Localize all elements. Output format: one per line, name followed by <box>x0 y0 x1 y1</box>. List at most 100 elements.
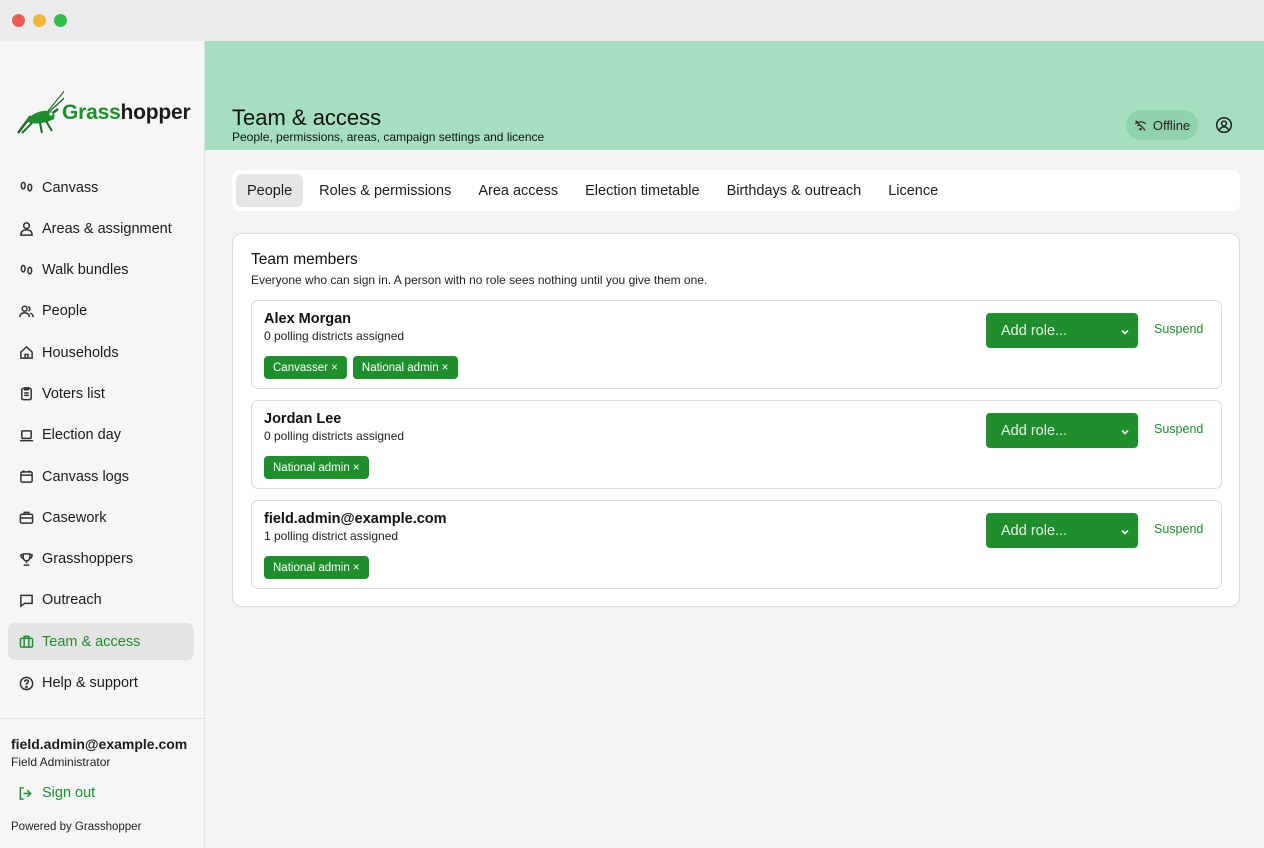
sign-out-button[interactable]: Sign out <box>18 785 95 801</box>
member-name: Jordan Lee <box>264 411 342 427</box>
page-header: Team & access People, permissions, areas… <box>205 41 1264 150</box>
house-icon <box>18 345 34 361</box>
member-roles: Canvasser × National admin × <box>264 356 464 379</box>
sign-out-icon <box>19 786 32 800</box>
page-title: Team & access <box>232 105 382 130</box>
sidebar-item-label: Election day <box>42 427 121 444</box>
sidebar-item-label: Help & support <box>42 675 138 692</box>
sidebar-item-label: Canvass logs <box>42 468 130 485</box>
sidebar-item-label: Grasshoppers <box>42 551 134 568</box>
message-icon <box>18 592 34 608</box>
member-roles: National admin × <box>264 556 375 579</box>
section-tabs: People Roles & permissions Area access E… <box>232 170 1240 211</box>
sidebar-item-label: Areas & assignment <box>42 220 172 237</box>
add-role-select[interactable]: Add role... <box>986 513 1138 548</box>
close-window-button[interactable] <box>12 14 25 27</box>
add-role-placeholder: Add role... <box>1001 322 1068 339</box>
grasshopper-logo-icon <box>17 90 64 134</box>
footprints-icon <box>18 262 34 278</box>
laptop-icon <box>18 427 34 443</box>
page-subtitle: People, permissions, areas, campaign set… <box>232 130 545 144</box>
role-chip-national-admin[interactable]: National admin × <box>352 356 458 379</box>
app-window: Grasshopper Canvass Areas & assignment W… <box>0 0 1264 848</box>
brand-name: Grasshopper <box>62 101 191 125</box>
sidebar-item-help-support[interactable]: Help & support <box>8 665 194 702</box>
sidebar-item-walk-bundles[interactable]: Walk bundles <box>8 252 194 289</box>
member-name: Alex Morgan <box>264 311 352 327</box>
tab-birthdays-outreach[interactable]: Birthdays & outreach <box>716 174 873 207</box>
sidebar-user-panel: field.admin@example.com Field Administra… <box>0 718 204 848</box>
member-row-jordan-lee: Jordan Lee 0 polling districts assigned … <box>251 400 1222 489</box>
brand-name-part2: hopper <box>120 101 191 124</box>
role-chip-canvasser[interactable]: Canvasser × <box>264 356 347 379</box>
zoom-window-button[interactable] <box>54 14 67 27</box>
sidebar-item-label: Voters list <box>42 385 105 402</box>
member-name: field.admin@example.com <box>264 511 447 527</box>
member-row-field-admin: field.admin@example.com 1 polling distri… <box>251 500 1222 589</box>
sidebar-item-canvass-logs[interactable]: Canvass logs <box>8 458 194 495</box>
user-email: field.admin@example.com <box>11 736 188 752</box>
briefcase-icon <box>18 634 34 650</box>
sidebar-item-casework[interactable]: Casework <box>8 499 194 536</box>
tab-area-access[interactable]: Area access <box>467 174 569 207</box>
team-members-subtitle: Everyone who can sign in. A person with … <box>251 273 708 287</box>
member-detail: 0 polling districts assigned <box>264 429 405 443</box>
team-members-title: Team members <box>251 251 358 268</box>
sign-out-label: Sign out <box>42 785 96 801</box>
minimize-window-button[interactable] <box>33 14 46 27</box>
team-members-card: Team members Everyone who can sign in. A… <box>232 233 1240 607</box>
help-circle-icon <box>18 675 34 691</box>
sidebar-item-label: People <box>42 303 88 320</box>
sidebar-item-grasshoppers[interactable]: Grasshoppers <box>8 541 194 578</box>
sidebar-item-label: Outreach <box>42 592 102 609</box>
sidebar: Grasshopper Canvass Areas & assignment W… <box>0 41 205 848</box>
account-button[interactable] <box>1215 116 1233 134</box>
tab-licence[interactable]: Licence <box>877 174 949 207</box>
title-bar <box>0 0 1264 41</box>
grasshopper-logo[interactable]: Grasshopper <box>12 87 197 137</box>
users-icon <box>18 303 34 319</box>
role-chip-national-admin[interactable]: National admin × <box>264 456 369 479</box>
sidebar-item-label: Walk bundles <box>42 262 129 279</box>
user-role: Field Administrator <box>11 755 111 769</box>
offline-status-badge[interactable]: Offline <box>1126 110 1198 140</box>
tab-roles-permissions[interactable]: Roles & permissions <box>308 174 462 207</box>
member-row-alex-morgan: Alex Morgan 0 polling districts assigned… <box>251 300 1222 389</box>
chevron-down-icon <box>1120 525 1130 535</box>
user-icon <box>18 221 34 237</box>
clipboard-icon <box>18 386 34 402</box>
sidebar-item-team-access[interactable]: Team & access <box>8 623 194 661</box>
sidebar-item-people[interactable]: People <box>8 293 194 330</box>
sidebar-nav: Canvass Areas & assignment Walk bundles … <box>8 169 194 706</box>
role-chip-national-admin[interactable]: National admin × <box>264 556 369 579</box>
sidebar-item-label: Casework <box>42 509 107 526</box>
briefcase-icon <box>18 510 34 526</box>
member-roles: National admin × <box>264 456 375 479</box>
chevron-down-icon <box>1120 425 1130 435</box>
sidebar-item-label: Team & access <box>42 633 141 650</box>
suspend-button[interactable]: Suspend <box>1154 522 1203 536</box>
add-role-select[interactable]: Add role... <box>986 413 1138 448</box>
trophy-icon <box>18 551 34 567</box>
add-role-placeholder: Add role... <box>1001 422 1068 439</box>
user-circle-icon <box>1215 116 1233 134</box>
wifi-off-icon <box>1134 119 1147 131</box>
chevron-down-icon <box>1120 325 1130 335</box>
sidebar-item-households[interactable]: Households <box>8 334 194 371</box>
add-role-select[interactable]: Add role... <box>986 313 1138 348</box>
sidebar-item-outreach[interactable]: Outreach <box>8 582 194 619</box>
sidebar-item-areas-assignment[interactable]: Areas & assignment <box>8 210 194 247</box>
tab-people[interactable]: People <box>236 174 304 207</box>
sidebar-item-voters-list[interactable]: Voters list <box>8 375 194 412</box>
sidebar-item-election-day[interactable]: Election day <box>8 417 194 454</box>
brand-name-part1: Grass <box>62 101 121 124</box>
powered-by: Powered by Grasshopper <box>11 821 142 833</box>
tab-election-timetable[interactable]: Election timetable <box>574 174 710 207</box>
suspend-button[interactable]: Suspend <box>1154 322 1203 336</box>
sidebar-item-label: Households <box>42 344 119 361</box>
footprints-icon <box>18 180 34 196</box>
offline-status-label: Offline <box>1152 117 1191 133</box>
calendar-icon <box>18 469 34 485</box>
sidebar-item-canvass[interactable]: Canvass <box>8 169 194 206</box>
suspend-button[interactable]: Suspend <box>1154 422 1203 436</box>
